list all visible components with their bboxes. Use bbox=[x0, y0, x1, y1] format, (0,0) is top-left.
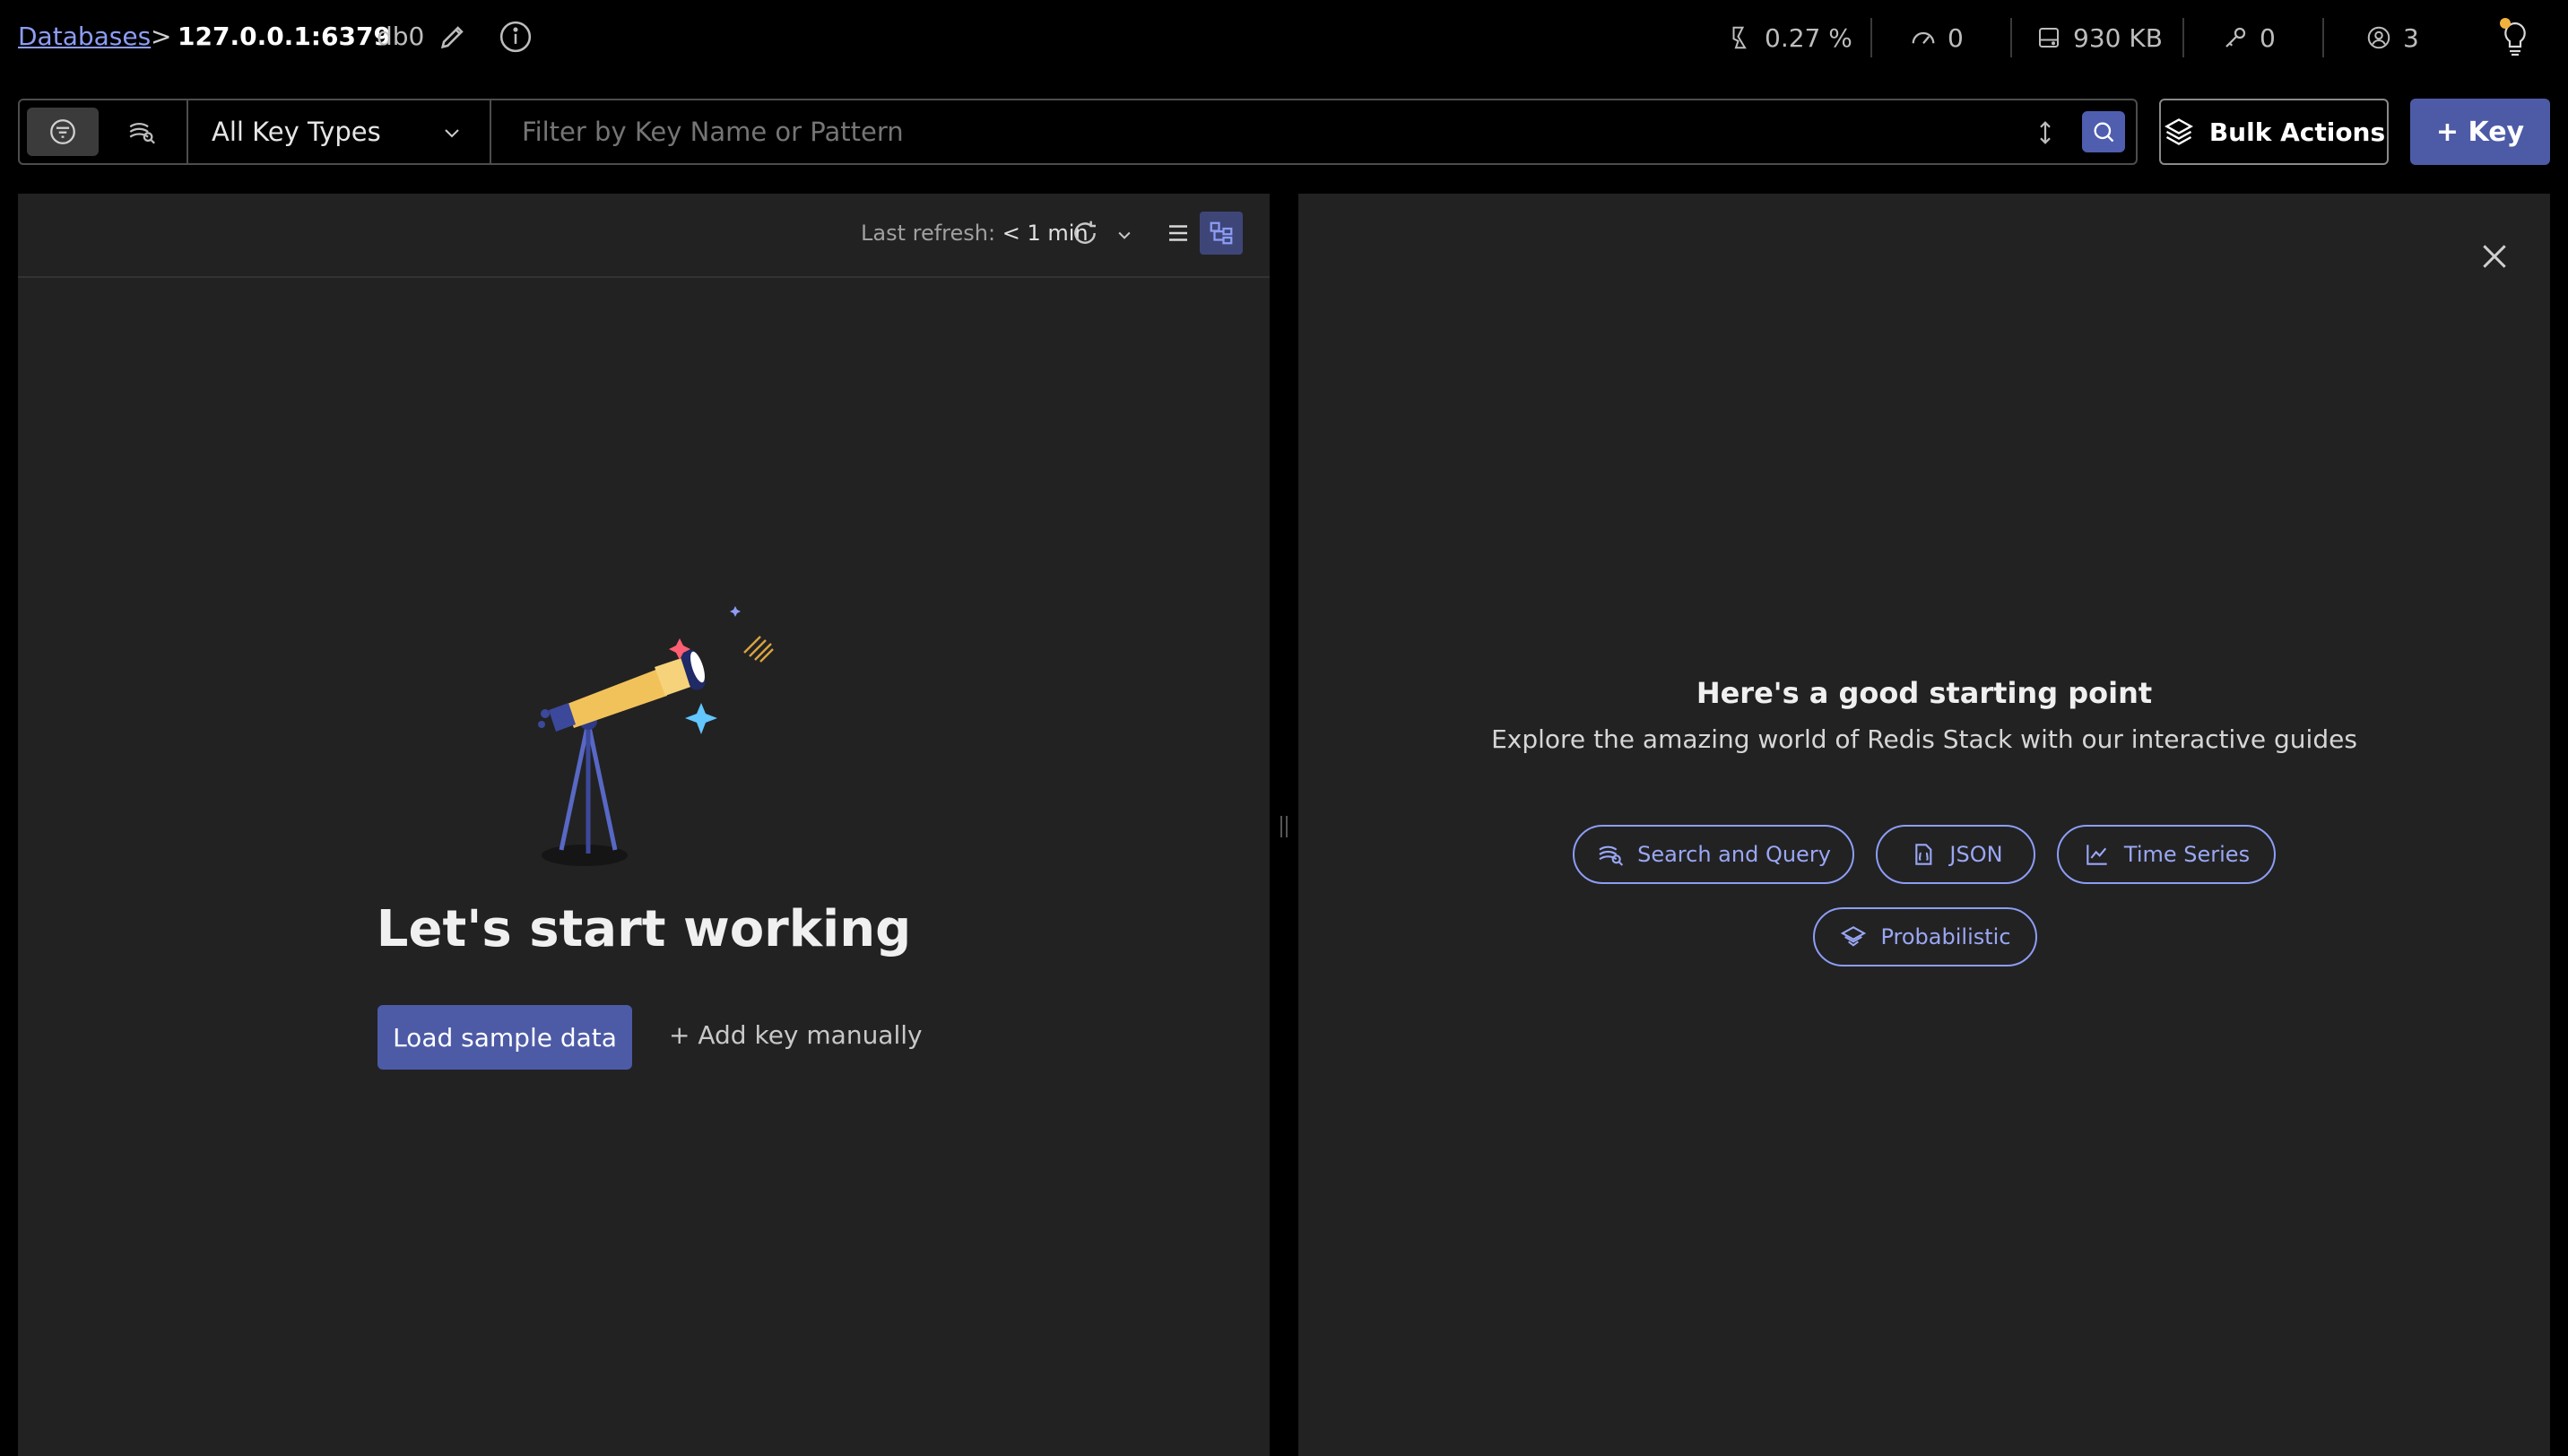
lightbulb-icon[interactable] bbox=[2493, 13, 2538, 59]
refresh-icon[interactable] bbox=[1071, 219, 1099, 247]
layers-icon bbox=[2164, 118, 2193, 145]
load-sample-data-button[interactable]: Load sample data bbox=[377, 1005, 632, 1070]
breadcrumb-host: 127.0.0.1:6379 bbox=[178, 22, 391, 51]
top-bar: Databases > 127.0.0.1:6379 db0 0.27 % 0 … bbox=[0, 0, 2568, 77]
breadcrumb-separator: > bbox=[151, 22, 172, 51]
tree-icon bbox=[1210, 221, 1233, 245]
chart-icon bbox=[2086, 845, 2107, 865]
json-icon bbox=[1915, 844, 1932, 865]
close-icon[interactable] bbox=[2477, 238, 2512, 274]
metric-divider bbox=[1870, 18, 1872, 57]
bulk-actions-label: Bulk Actions bbox=[2208, 117, 2386, 147]
guide-time-series-button[interactable]: Time Series bbox=[2057, 825, 2276, 884]
filter-icon bbox=[50, 119, 75, 144]
storage-icon bbox=[2039, 28, 2059, 48]
guide-search-and-query-button[interactable]: Search and Query bbox=[1573, 825, 1854, 884]
empty-state-title: Let's start working bbox=[376, 900, 912, 958]
cpu-icon bbox=[1732, 26, 1747, 49]
key-list-panel: Last refresh: < 1 min Let's start workin… bbox=[18, 194, 1270, 1456]
cpu-metric: 0.27 % bbox=[1727, 20, 1852, 56]
guides-panel: Here's a good starting point Explore the… bbox=[1298, 194, 2550, 1456]
list-icon bbox=[1169, 225, 1187, 241]
memory-metric: 930 KB bbox=[2035, 20, 2163, 56]
filter-toolbar: All Key Types bbox=[18, 99, 2138, 165]
guide-label: Time Series bbox=[2123, 842, 2251, 867]
ops-metric: 0 bbox=[1910, 20, 1964, 56]
search-button[interactable] bbox=[2082, 111, 2125, 152]
guides-title: Here's a good starting point bbox=[1696, 676, 2153, 710]
guide-probabilistic-button[interactable]: Probabilistic bbox=[1813, 907, 2037, 966]
add-key-button[interactable]: + Key bbox=[2410, 99, 2550, 165]
list-view-button[interactable] bbox=[1157, 212, 1200, 255]
search-query-icon bbox=[1599, 845, 1624, 866]
telescope-illustration bbox=[538, 606, 774, 866]
info-icon[interactable] bbox=[499, 20, 533, 54]
guide-label: Search and Query bbox=[1637, 842, 1831, 867]
database-index: db0 bbox=[377, 22, 425, 51]
user-icon bbox=[2367, 26, 2390, 49]
layers-icon bbox=[1841, 926, 1867, 947]
clients-metric: 3 bbox=[2365, 20, 2419, 56]
gauge-icon bbox=[1912, 31, 1935, 44]
metric-divider bbox=[2182, 18, 2184, 57]
key-type-select[interactable]: All Key Types bbox=[187, 100, 491, 163]
chevron-down-icon[interactable] bbox=[1115, 226, 1133, 244]
metric-divider bbox=[2322, 18, 2324, 57]
guides-subtitle: Explore the amazing world of Redis Stack… bbox=[1491, 724, 2357, 754]
guide-label: Probabilistic bbox=[1880, 924, 2011, 949]
keys-value: 0 bbox=[2260, 22, 2276, 53]
last-refresh-text: Last refresh: bbox=[861, 221, 996, 246]
breadcrumb-databases-link[interactable]: Databases bbox=[18, 22, 151, 51]
search-icon bbox=[2094, 122, 2114, 143]
last-refresh-label: Last refresh: < 1 min bbox=[861, 221, 1089, 246]
memory-value: 930 KB bbox=[2073, 22, 2163, 53]
guide-label: JSON bbox=[1949, 842, 2003, 867]
keys-metric: 0 bbox=[2222, 20, 2276, 56]
guide-json-button[interactable]: JSON bbox=[1876, 825, 2035, 884]
ops-value: 0 bbox=[1948, 22, 1964, 53]
pencil-icon[interactable] bbox=[438, 22, 468, 52]
key-type-value: All Key Types bbox=[212, 117, 381, 147]
key-list-header: Last refresh: < 1 min bbox=[18, 194, 1270, 278]
filter-mode-button[interactable] bbox=[27, 108, 99, 156]
key-filter-input[interactable] bbox=[493, 100, 2053, 163]
add-key-manually-link[interactable]: + Add key manually bbox=[669, 1020, 923, 1050]
search-index-mode-button[interactable] bbox=[106, 108, 178, 156]
clients-value: 3 bbox=[2403, 22, 2419, 53]
key-icon bbox=[2225, 27, 2246, 48]
chevron-down-icon bbox=[445, 129, 459, 138]
metric-divider bbox=[2010, 18, 2012, 57]
sort-icon[interactable] bbox=[2032, 118, 2059, 147]
search-query-icon bbox=[129, 123, 155, 144]
bulk-actions-button[interactable]: Bulk Actions bbox=[2159, 99, 2389, 165]
cpu-value: 0.27 % bbox=[1765, 22, 1852, 53]
tree-view-button[interactable] bbox=[1200, 212, 1243, 255]
panel-resize-handle[interactable] bbox=[1279, 816, 1289, 843]
